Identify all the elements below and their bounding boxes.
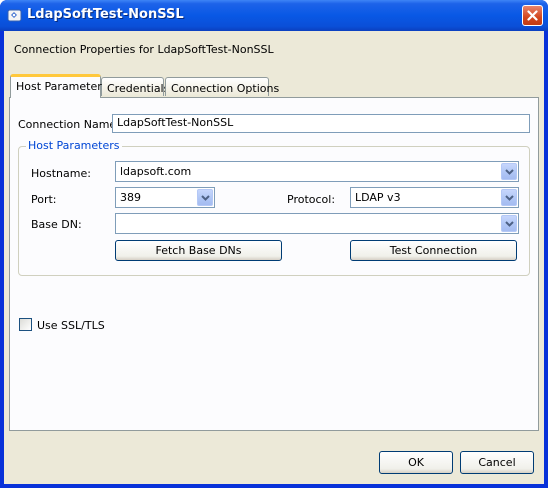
chevron-down-icon xyxy=(505,221,514,227)
hostname-combo[interactable]: ldapsoft.com xyxy=(115,161,519,182)
hostname-value: ldapsoft.com xyxy=(120,165,192,178)
tab-connection-options[interactable]: Connection Options xyxy=(165,77,279,96)
ok-button[interactable]: OK xyxy=(379,451,453,474)
dropdown-button[interactable] xyxy=(501,215,517,232)
use-ssl-checkbox[interactable] xyxy=(19,318,32,331)
port-combo[interactable]: 389 xyxy=(115,187,215,208)
host-parameters-group: Host Parameters Hostname: ldapsoft.com P… xyxy=(18,139,530,276)
close-icon xyxy=(527,10,538,21)
dialog-body: Connection Properties for LdapSoftTest-N… xyxy=(4,31,544,484)
app-icon xyxy=(7,8,22,23)
dropdown-button[interactable] xyxy=(501,189,517,206)
tab-credentials[interactable]: Credentials xyxy=(101,77,169,96)
connection-name-field[interactable]: LdapSoftTest-NonSSL xyxy=(112,114,530,133)
chevron-down-icon xyxy=(505,169,514,175)
tab-label: Host Parameter xyxy=(16,80,102,93)
protocol-value: LDAP v3 xyxy=(355,191,401,204)
window-title: LdapSoftTest-NonSSL xyxy=(27,7,184,22)
connection-properties-header: Connection Properties for LdapSoftTest-N… xyxy=(14,43,274,56)
group-title: Host Parameters xyxy=(26,139,122,152)
tab-label: Connection Options xyxy=(171,82,280,95)
connection-name-label: Connection Name: xyxy=(18,118,120,131)
dropdown-button[interactable] xyxy=(197,189,213,206)
cancel-button[interactable]: Cancel xyxy=(460,451,534,474)
port-value: 389 xyxy=(120,191,141,204)
dialog-window: LdapSoftTest-NonSSL Connection Propertie… xyxy=(0,0,548,488)
title-bar[interactable]: LdapSoftTest-NonSSL xyxy=(0,0,548,31)
tab-host-parameter[interactable]: Host Parameter xyxy=(10,74,102,98)
tab-label: Credentials xyxy=(107,82,170,95)
chevron-down-icon xyxy=(505,195,514,201)
use-ssl-label: Use SSL/TLS xyxy=(37,319,105,332)
base-dn-combo[interactable] xyxy=(115,213,519,234)
hostname-label: Hostname: xyxy=(31,167,91,180)
close-button[interactable] xyxy=(522,5,543,26)
host-parameter-panel: Connection Name: LdapSoftTest-NonSSL Hos… xyxy=(9,97,539,431)
chevron-down-icon xyxy=(201,195,210,201)
protocol-combo[interactable]: LDAP v3 xyxy=(350,187,519,208)
base-dn-label: Base DN: xyxy=(31,218,82,231)
fetch-base-dns-button[interactable]: Fetch Base DNs xyxy=(115,240,282,261)
dropdown-button[interactable] xyxy=(501,163,517,180)
port-label: Port: xyxy=(31,193,57,206)
protocol-label: Protocol: xyxy=(287,193,336,206)
test-connection-button[interactable]: Test Connection xyxy=(350,240,517,261)
